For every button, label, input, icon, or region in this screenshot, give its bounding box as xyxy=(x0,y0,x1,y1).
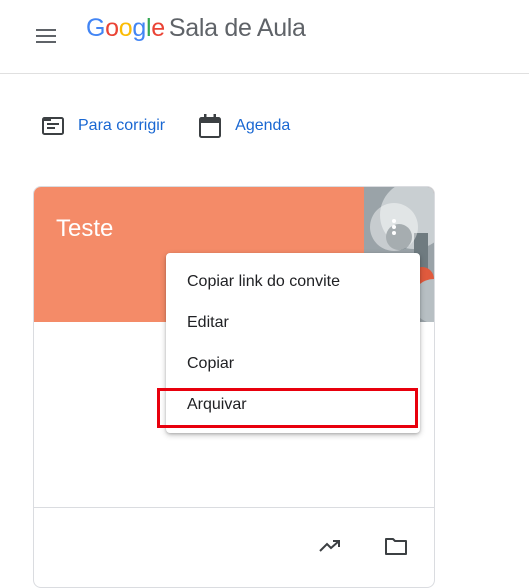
main-menu-button[interactable] xyxy=(30,20,62,52)
product-name: Sala de Aula xyxy=(168,14,306,42)
calendar-icon xyxy=(199,114,222,138)
top-app-bar: Google Sala de Aula xyxy=(0,0,529,74)
google-wordmark: Google xyxy=(86,14,165,43)
app-logo[interactable]: Google Sala de Aula xyxy=(86,14,306,43)
folder-icon xyxy=(385,538,407,555)
calendar-label: Agenda xyxy=(235,117,291,134)
google-letter: o xyxy=(105,14,119,42)
hamburger-menu-icon xyxy=(36,29,56,43)
to-review-icon xyxy=(42,117,64,135)
google-letter: e xyxy=(151,14,165,42)
menu-item-copy-invite-link[interactable]: Copiar link do convite xyxy=(166,261,420,302)
google-letter: o xyxy=(118,14,133,42)
open-folder-button[interactable] xyxy=(382,532,410,560)
menu-item-edit[interactable]: Editar xyxy=(166,302,420,343)
trending-icon xyxy=(319,540,340,552)
quick-links: Para corrigir Agenda xyxy=(42,114,290,138)
menu-item-archive[interactable]: Arquivar xyxy=(166,384,420,425)
class-card-footer xyxy=(34,507,434,587)
more-vert-icon xyxy=(392,219,396,235)
menu-item-copy[interactable]: Copiar xyxy=(166,343,420,384)
google-letter: G xyxy=(86,14,106,42)
to-review-link[interactable]: Para corrigir xyxy=(42,117,165,135)
class-title[interactable]: Teste xyxy=(56,215,113,243)
calendar-link[interactable]: Agenda xyxy=(199,114,290,138)
open-gradebook-button[interactable] xyxy=(316,532,344,560)
google-letter: g xyxy=(132,14,146,42)
to-review-label: Para corrigir xyxy=(78,117,166,134)
class-context-menu: Copiar link do convite Editar Copiar Arq… xyxy=(166,253,420,433)
class-options-button[interactable] xyxy=(370,203,418,251)
